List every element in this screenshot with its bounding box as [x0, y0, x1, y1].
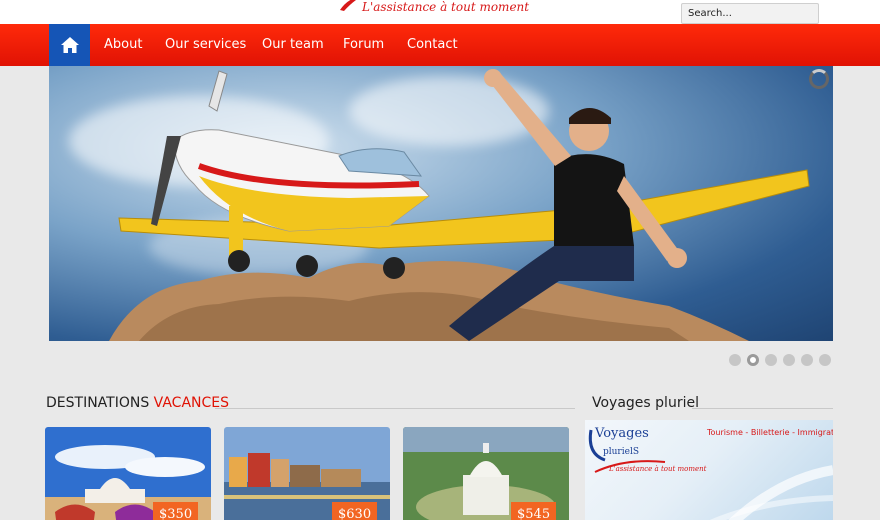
- destinations-heading: DESTINATIONS VACANCES: [46, 395, 229, 411]
- hero-slide-image: [109, 69, 810, 341]
- price-tag: $350: [153, 502, 199, 520]
- home-icon: [60, 37, 79, 53]
- nav-our-team[interactable]: Our team: [262, 24, 324, 66]
- site-tagline: L'assistance à tout moment: [362, 0, 530, 14]
- slider-dot-3[interactable]: [765, 354, 777, 366]
- banner-services: Tourisme - Billetterie - Immigration: [707, 428, 833, 437]
- slider-dot-5[interactable]: [801, 354, 813, 366]
- nav-our-services[interactable]: Our services: [165, 24, 246, 66]
- slider-dot-4[interactable]: [783, 354, 795, 366]
- banner-brand-line2: plurielS: [603, 447, 639, 457]
- banner-brand: Voyages: [595, 426, 649, 441]
- nav-contact[interactable]: Contact: [407, 24, 458, 66]
- logo-swoosh-icon: [340, 0, 357, 11]
- slider-dot-2[interactable]: [747, 354, 759, 366]
- slider-loading-icon: [809, 69, 829, 89]
- banner-tagline: L'assistance à tout moment: [609, 465, 707, 473]
- price-tag: $630: [332, 502, 378, 520]
- nav-forum[interactable]: Forum: [343, 24, 384, 66]
- slider-dot-1[interactable]: [729, 354, 741, 366]
- slider-pager: [729, 354, 831, 366]
- voyages-heading: Voyages pluriel: [592, 395, 699, 411]
- hero-slider[interactable]: [49, 66, 833, 341]
- divider: [215, 408, 575, 409]
- slider-dot-6[interactable]: [819, 354, 831, 366]
- search-input[interactable]: [681, 3, 819, 24]
- nav-about[interactable]: About: [104, 24, 142, 66]
- main-nav: About Our services Our team Forum Contac…: [0, 24, 880, 66]
- destinations-heading-part1: DESTINATIONS: [46, 395, 150, 411]
- price-tag: $545: [511, 502, 557, 520]
- divider: [692, 408, 833, 409]
- top-bar: L'assistance à tout moment: [0, 0, 880, 24]
- home-button[interactable]: [49, 24, 90, 66]
- voyages-pluriel-banner[interactable]: Voyages plurielS L'assistance à tout mom…: [585, 420, 833, 520]
